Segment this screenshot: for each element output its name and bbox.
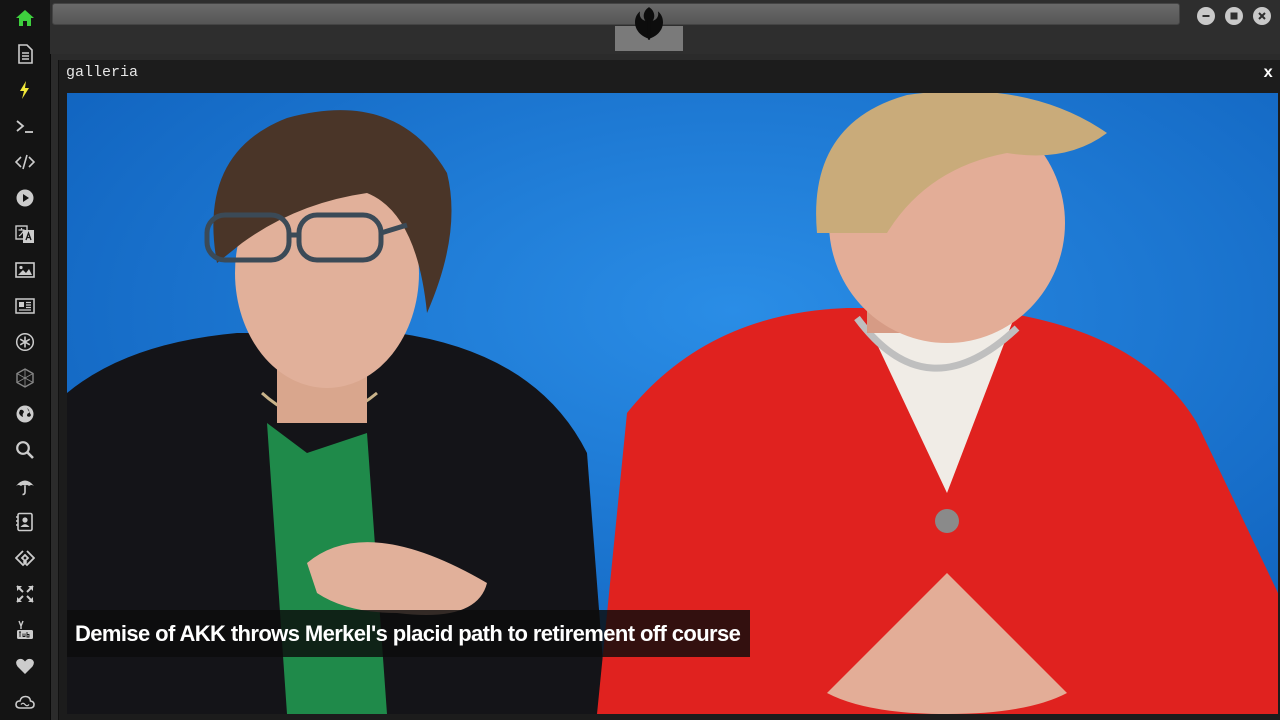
hexagon-icon: [16, 368, 34, 388]
translate-icon: [15, 225, 34, 243]
sidebar-item-terminal[interactable]: [0, 108, 50, 144]
rebel-alliance-icon: [634, 7, 664, 40]
umbrella-icon: [16, 480, 34, 496]
sidebar-item-play[interactable]: [0, 180, 50, 216]
close-icon: [1258, 12, 1266, 20]
sidebar-item-link[interactable]: [0, 540, 50, 576]
top-bar: [50, 0, 1280, 54]
sidebar-item-home[interactable]: [0, 0, 50, 36]
gallery-panel: galleria x Demise of AKK throws Merkel's…: [58, 60, 1280, 720]
sidebar-item-contacts[interactable]: [0, 504, 50, 540]
sidebar-item-expand[interactable]: [0, 576, 50, 612]
play-icon: [16, 189, 34, 207]
heart-icon: [16, 658, 34, 674]
panel-title: galleria: [66, 64, 139, 81]
sidebar: [0, 0, 51, 720]
sidebar-item-favorites[interactable]: [0, 648, 50, 684]
maximize-button[interactable]: [1225, 7, 1243, 25]
contact-icon: [16, 512, 33, 532]
minimize-icon: [1202, 15, 1210, 17]
sidebar-item-umbrella[interactable]: [0, 468, 50, 504]
sidebar-item-hexagon[interactable]: [0, 360, 50, 396]
asterisk-icon: [15, 332, 35, 352]
sidebar-item-translate[interactable]: [0, 216, 50, 252]
sidebar-item-asterisk[interactable]: [0, 324, 50, 360]
caption-box: Demise of AKK throws Merkel's placid pat…: [67, 610, 751, 657]
globe-icon: [16, 405, 34, 423]
sidebar-item-images[interactable]: [0, 252, 50, 288]
code-icon: [15, 154, 35, 170]
search-icon: [16, 441, 34, 459]
sidebar-item-lightning[interactable]: [0, 72, 50, 108]
link-icon: [15, 550, 35, 567]
address-bar[interactable]: [52, 3, 1180, 25]
sidebar-item-code[interactable]: [0, 144, 50, 180]
sidebar-item-news[interactable]: [0, 288, 50, 324]
youtube-icon: [17, 620, 33, 639]
minimize-button[interactable]: [1197, 7, 1215, 25]
photo-caption: Demise of AKK throws Merkel's placid pat…: [75, 620, 741, 646]
cloud-icon: [15, 695, 35, 709]
image-icon: [15, 262, 35, 278]
lightning-icon: [20, 81, 29, 99]
sidebar-item-globe[interactable]: [0, 396, 50, 432]
document-icon: [18, 44, 33, 64]
expand-icon: [16, 585, 34, 603]
sidebar-item-search[interactable]: [0, 432, 50, 468]
sidebar-item-youtube[interactable]: [0, 612, 50, 648]
sidebar-item-documents[interactable]: [0, 36, 50, 72]
home-icon: [16, 10, 34, 26]
maximize-icon: [1230, 12, 1238, 20]
close-window-button[interactable]: [1253, 7, 1271, 25]
newspaper-icon: [15, 298, 35, 314]
sidebar-item-cloud[interactable]: [0, 684, 50, 720]
terminal-icon: [16, 120, 33, 133]
panel-close-button[interactable]: x: [1263, 64, 1273, 82]
